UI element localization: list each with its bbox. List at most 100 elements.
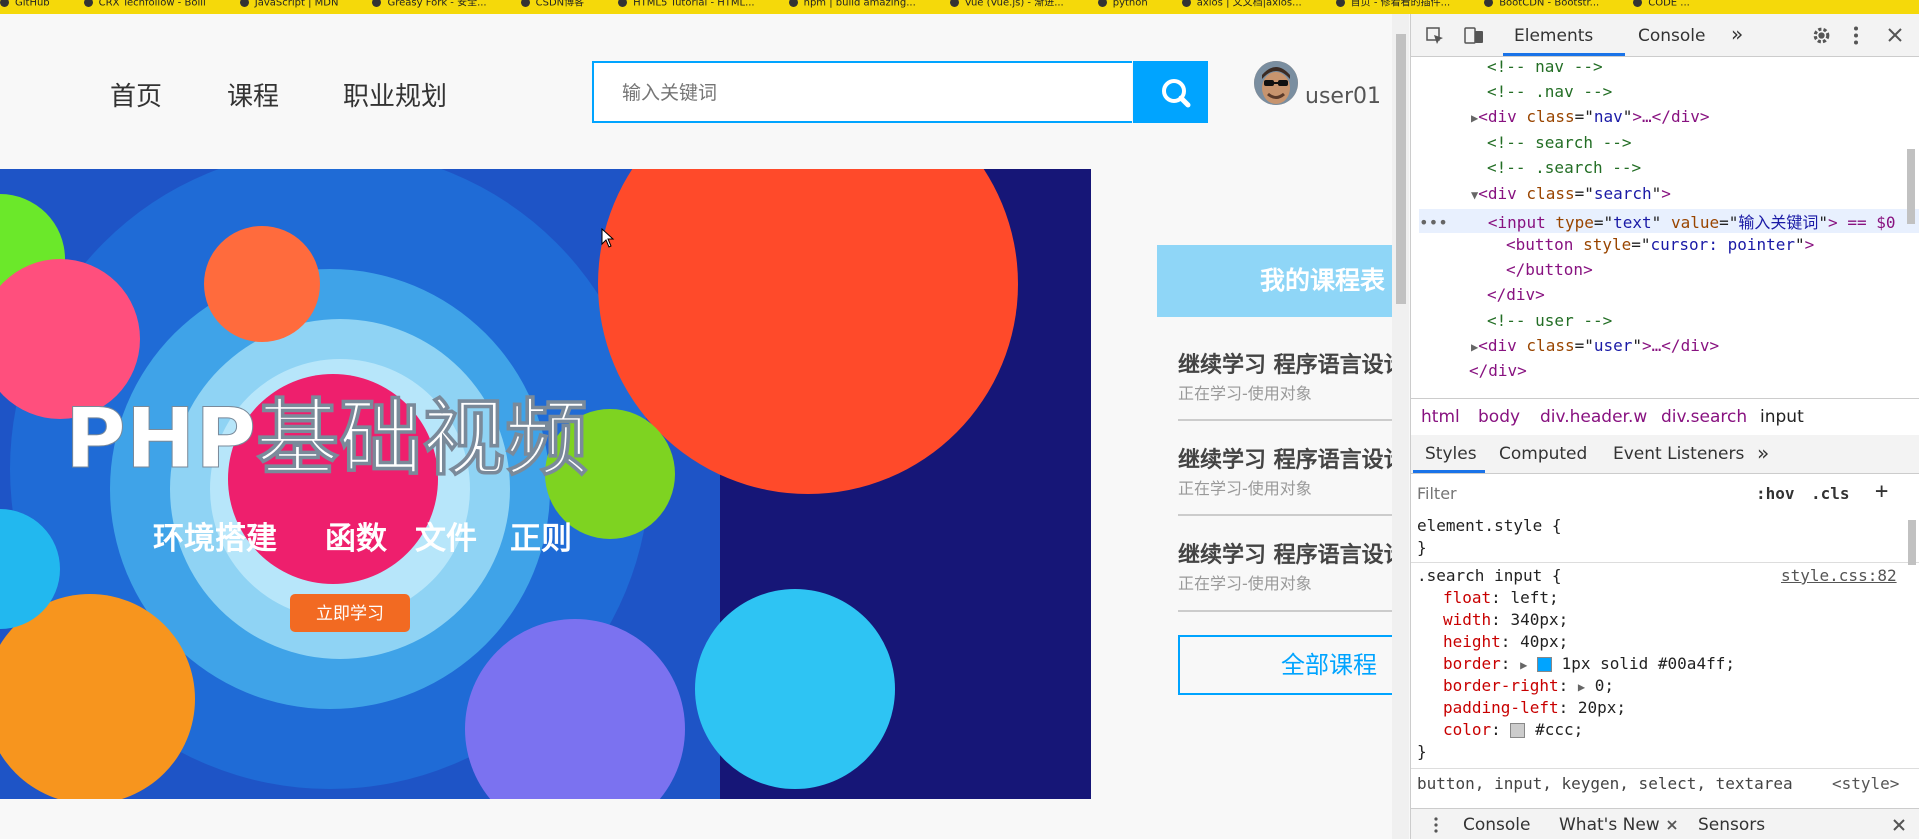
search-input[interactable] [594,63,1162,123]
device-toolbar-icon[interactable] [1463,24,1485,46]
css-property[interactable]: padding-left: 20px; [1443,698,1626,717]
kebab-menu-icon[interactable] [1852,25,1860,46]
list-item[interactable]: 继续学习 程序语言设计 正在学习-使用对象 [1178,347,1392,404]
ua-rule-selector[interactable]: button, input, keygen, select, textarea [1417,774,1793,793]
dom-line[interactable]: <!-- .nav --> [1487,82,1612,101]
css-property[interactable]: color: #ccc; [1443,720,1583,739]
nav-courses[interactable]: 课程 [227,76,279,113]
gear-icon[interactable] [1811,25,1832,46]
banner-cta-button[interactable]: 立即学习 [316,604,384,624]
bookmark-item[interactable]: Vue (Vue.js) - 渐进... [949,0,1064,8]
css-property[interactable]: border: ▶ 1px solid #00a4ff; [1443,654,1735,673]
dom-line[interactable]: <!-- user --> [1487,311,1612,330]
devtools-panel: Elements Console » <!-- nav --> <!-- .na… [1410,14,1919,839]
more-tabs-icon[interactable]: » [1757,441,1769,465]
cls-toggle[interactable]: .cls [1811,484,1850,503]
close-icon[interactable] [1892,818,1906,832]
bookmark-favicon-icon [1633,0,1643,7]
dom-line[interactable]: <!-- nav --> [1487,57,1603,76]
dom-line[interactable]: <!-- search --> [1487,133,1632,152]
drawer-tabs: Console What's New Sensors [1411,808,1919,839]
bookmark-item[interactable]: HTML5 Tutorial - HTML... [618,0,755,8]
bookmark-item[interactable]: python [1097,0,1148,8]
breadcrumb-item[interactable]: input [1760,407,1804,427]
bookmark-item[interactable]: CRX Techfollow - Bolli [83,0,206,8]
ellipsis-icon[interactable]: ••• [1419,213,1448,232]
tab-elements[interactable]: Elements [1514,26,1593,46]
dom-line[interactable]: </button> [1506,260,1593,279]
rule-selector[interactable]: .search input { [1417,566,1562,585]
add-rule-button[interactable]: + [1875,479,1888,504]
bookmark-item[interactable]: BootCDN - Bootstr... [1484,0,1599,8]
all-courses-button[interactable]: 全部课程 [1178,635,1392,695]
breadcrumb-item[interactable]: html [1421,407,1460,427]
close-icon[interactable] [1666,819,1678,831]
course-status: 正在学习-使用对象 [1178,574,1312,593]
nav-home[interactable]: 首页 [110,76,162,113]
username[interactable]: user01 [1305,84,1381,109]
bookmark-item[interactable]: CSDN博客 [520,0,584,8]
more-tabs-icon[interactable]: » [1731,22,1743,46]
breadcrumb-item[interactable]: div.search [1661,407,1747,427]
tab-event-listeners[interactable]: Event Listeners [1613,444,1744,464]
bookmark-favicon-icon [949,0,959,7]
bookmark-item[interactable]: Greasy Fork - 安全... [372,0,487,8]
dom-line[interactable]: <!-- .search --> [1487,158,1641,177]
close-icon[interactable] [1886,26,1904,44]
expand-triangle-icon[interactable]: ▶ [1578,680,1585,694]
color-swatch[interactable] [1536,657,1552,672]
css-property[interactable]: width: 340px; [1443,610,1568,629]
drawer-tab-sensors[interactable]: Sensors [1698,815,1765,835]
list-item[interactable]: 继续学习 程序语言设计 正在学习-使用对象 [1178,537,1392,594]
course-status: 正在学习-使用对象 [1178,384,1312,403]
tab-computed[interactable]: Computed [1499,444,1587,464]
dom-tree: <!-- nav --> <!-- .nav --> ▶<div class="… [1411,57,1919,397]
bookmark-item[interactable]: 首页 - 修着看的插件... [1335,0,1450,8]
dom-line[interactable]: <button style="cursor: pointer"> [1506,235,1814,254]
dom-line[interactable]: ▶<div class="nav">…</div> [1471,107,1709,126]
breadcrumb-item[interactable]: div.header.w [1540,407,1647,427]
styles-filter-input[interactable] [1415,480,1719,506]
styles-scrollbar-thumb[interactable] [1908,520,1916,565]
dom-line[interactable]: </div> [1469,361,1527,380]
bookmark-item[interactable]: npm | build amazing... [788,0,916,8]
bookmark-item[interactable]: JavaScript | MDN [239,0,338,8]
drawer-tab-whats-new[interactable]: What's New [1559,815,1660,835]
mouse-cursor-icon [601,228,615,248]
dom-line[interactable]: ▶<div class="user">…</div> [1471,336,1719,355]
rule-close: } [1417,538,1427,557]
css-property[interactable]: height: 40px; [1443,632,1568,651]
course-title: 继续学习 程序语言设计 [1178,543,1392,568]
banner-image[interactable]: PHP基础视频 环境搭建 函数 文件 正则 立即学习 [0,169,1091,799]
active-tab-indicator [1413,470,1485,473]
bookmark-item[interactable]: axios | 文文档|axios... [1181,0,1302,8]
tab-console[interactable]: Console [1638,26,1706,46]
rule-source-link[interactable]: style.css:82 [1781,566,1897,585]
bookmark-favicon-icon [372,0,382,7]
expand-triangle-icon[interactable]: ▶ [1520,658,1527,672]
css-property[interactable]: border-right: ▶ 0; [1443,676,1614,695]
nav-career[interactable]: 职业规划 [343,76,447,113]
list-item[interactable]: 继续学习 程序语言设计 正在学习-使用对象 [1178,442,1392,499]
dom-line[interactable]: </div> [1487,285,1545,304]
course-title: 继续学习 程序语言设计 [1178,448,1392,473]
inspect-element-icon[interactable] [1425,26,1445,46]
ua-rule-source: <style> [1832,774,1900,793]
avatar[interactable] [1254,61,1298,105]
breadcrumb-item[interactable]: body [1478,407,1520,427]
page-scrollbar-thumb[interactable] [1396,34,1406,304]
drawer-tab-console[interactable]: Console [1463,815,1531,835]
dom-scrollbar-thumb[interactable] [1907,149,1915,224]
bookmark-item[interactable]: CODE ... [1633,0,1690,8]
bookmark-item[interactable]: GitHub [0,0,50,8]
color-swatch[interactable] [1510,723,1526,738]
course-title: 继续学习 程序语言设计 [1178,353,1392,378]
element-style-selector[interactable]: element.style { [1417,516,1562,535]
search-button[interactable] [1133,61,1208,123]
hov-toggle[interactable]: :hov [1756,484,1795,503]
css-property[interactable]: float: left; [1443,588,1559,607]
kebab-menu-icon[interactable] [1433,817,1439,833]
tab-styles[interactable]: Styles [1425,444,1477,464]
dom-line[interactable]: ▼<div class="search"> [1471,184,1671,203]
dom-line-selected[interactable]: ••• <input type="text" value="输入关键词"> == … [1419,209,1919,233]
